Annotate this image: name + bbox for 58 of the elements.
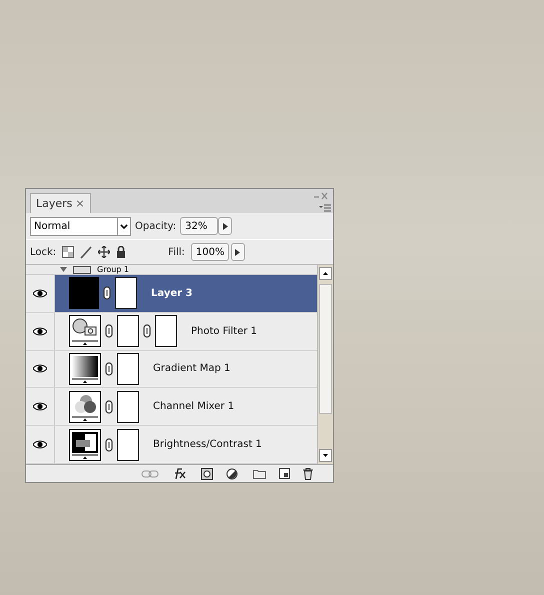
group-name: Group 1 — [97, 265, 129, 274]
layer-row[interactable]: Layer 3 — [26, 275, 317, 313]
layer-row[interactable]: Photo Filter 1 — [26, 312, 317, 351]
new-layer-icon[interactable] — [279, 468, 290, 479]
scrollbar[interactable] — [317, 265, 333, 464]
triangle-icon — [235, 248, 240, 256]
layer-mask-thumbnail — [117, 352, 139, 385]
layer-mask-thumbnail — [117, 315, 139, 348]
layer-style-icon[interactable] — [172, 468, 188, 480]
fill-slider-button[interactable] — [230, 243, 245, 261]
move-icon[interactable] — [98, 246, 110, 258]
opacity-slider-button[interactable] — [218, 217, 232, 235]
eye-icon[interactable] — [33, 364, 47, 374]
expand-triangle-icon[interactable] — [60, 266, 67, 273]
layer-row[interactable]: Gradient Map 1 — [26, 350, 317, 388]
layer-name: Photo Filter 1 — [191, 326, 258, 337]
chain-link-icon[interactable] — [105, 400, 113, 414]
scrollbar-thumb[interactable] — [319, 284, 332, 414]
layer-name: Layer 3 — [151, 288, 192, 299]
triangle-icon — [222, 222, 228, 230]
fill-field[interactable]: 100% — [190, 243, 229, 261]
chain-link-icon[interactable] — [105, 324, 113, 338]
padlock-icon[interactable] — [116, 246, 126, 258]
layer-mask-thumbnail — [117, 390, 139, 423]
chain-link-icon[interactable] — [143, 324, 151, 338]
vector-mask-thumbnail — [155, 315, 177, 348]
scroll-up-button[interactable] — [319, 267, 332, 280]
layer-mask-thumbnail — [115, 277, 137, 310]
tab-close-button[interactable]: × — [75, 197, 85, 210]
layer-name: Channel Mixer 1 — [153, 401, 234, 412]
menu-icon[interactable] — [319, 204, 331, 212]
half-filled-circle-icon[interactable] — [226, 468, 240, 480]
chain-link-icon[interactable] — [105, 438, 113, 452]
opacity-label: Opacity: — [135, 220, 176, 232]
layers-tab[interactable]: Layers × — [30, 193, 91, 213]
blend-mode-dropdown[interactable]: Normal — [30, 216, 131, 236]
folder-icon — [73, 266, 91, 274]
opacity-field[interactable]: 32% — [180, 217, 218, 235]
brush-icon[interactable] — [80, 246, 92, 258]
trash-icon[interactable] — [303, 468, 313, 480]
caret-icon — [117, 218, 130, 234]
layer-mask-thumbnail — [117, 428, 139, 461]
add-mask-icon[interactable] — [201, 468, 213, 480]
eye-icon[interactable] — [33, 326, 47, 336]
fill-label: Fill: — [168, 246, 185, 258]
scroll-down-button[interactable] — [319, 449, 332, 462]
eye-icon[interactable] — [33, 440, 47, 450]
layer-name: Brightness/Contrast 1 — [153, 439, 262, 450]
layer-row[interactable]: Channel Mixer 1 — [26, 388, 317, 426]
lock-label: Lock: — [30, 246, 56, 258]
eye-icon[interactable] — [33, 402, 47, 412]
chain-link-icon[interactable] — [105, 362, 113, 376]
chain-link-icon[interactable] — [103, 286, 111, 300]
eye-icon[interactable] — [33, 288, 47, 298]
layer-name: Gradient Map 1 — [153, 363, 230, 374]
folder-icon[interactable] — [253, 468, 266, 478]
layer-row[interactable]: Brightness/Contrast 1 — [26, 426, 317, 464]
lock-transparency-icon[interactable] — [62, 246, 74, 258]
